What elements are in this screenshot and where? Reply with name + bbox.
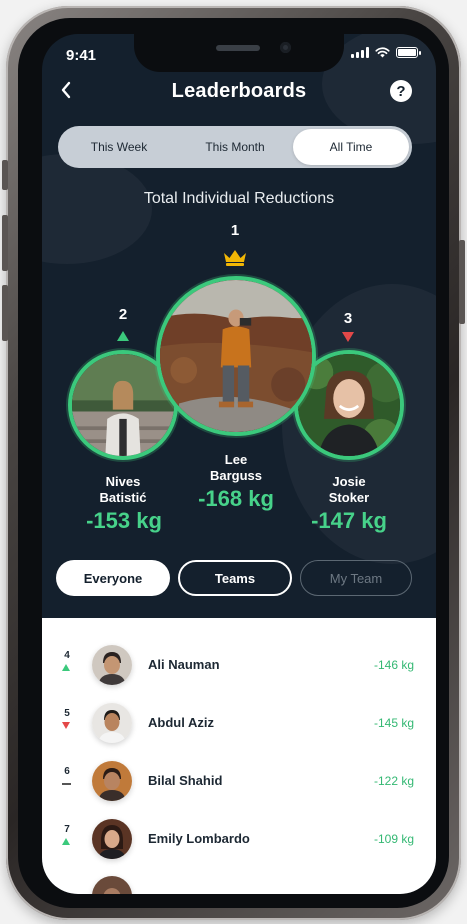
trend-down-icon (62, 722, 70, 729)
status-time: 9:41 (66, 47, 97, 64)
background-blob (42, 154, 152, 264)
trend-up-icon (62, 664, 70, 671)
help-button[interactable]: ? (390, 80, 412, 102)
notch (134, 34, 344, 72)
row-rank: 4 (64, 650, 70, 661)
tab-this-month[interactable]: This Month (177, 129, 293, 165)
volume-down-button (2, 285, 8, 341)
avatar (92, 703, 132, 743)
avatar (92, 645, 132, 685)
tab-this-week[interactable]: This Week (61, 129, 177, 165)
podium-value-first: -168 kg (198, 486, 274, 511)
podium-value-third: -147 kg (311, 508, 387, 533)
wifi-icon (375, 47, 390, 58)
podium-value-second: -153 kg (86, 508, 162, 533)
front-camera (280, 42, 291, 53)
trend-neutral-icon (62, 783, 71, 785)
row-value: -145 kg (373, 716, 414, 730)
row-name: Ali Nauman (148, 657, 220, 672)
page-title: Leaderboards (171, 80, 307, 102)
section-title: Total Individual Reductions (143, 190, 335, 207)
row-name: Bilal Shahid (148, 773, 223, 788)
period-selector: This Week This Month All Time (58, 126, 412, 168)
row-rank: 7 (64, 824, 70, 835)
app-screen: 9:41 Leaderboards ? This Week This Month… (42, 34, 436, 894)
crown-icon (224, 250, 246, 266)
row-name: Emily Lombardo (148, 831, 250, 846)
podium-avatar-first[interactable] (156, 276, 316, 436)
status-icons (351, 47, 421, 58)
avatar (92, 876, 132, 894)
first-name: Josie (332, 474, 366, 489)
trend-up-icon (62, 838, 70, 845)
row-value: -109 kg (373, 832, 414, 846)
avatar-photo (160, 280, 312, 432)
list-item[interactable]: 5 Abdul Aziz -145 kg (42, 694, 436, 752)
row-rank: 5 (64, 708, 70, 719)
volume-up-button (2, 215, 8, 271)
mute-switch (2, 160, 8, 190)
list-item[interactable]: 4 Ali Nauman -146 kg (42, 636, 436, 694)
battery-icon (396, 47, 421, 58)
row-name: Abdul Aziz (148, 715, 214, 730)
podium-name-first: Lee Barguss (181, 452, 291, 484)
last-name: Batistić (99, 490, 147, 505)
last-name: Stoker (328, 490, 370, 505)
row-value: -146 kg (373, 658, 414, 672)
first-name: Nives (105, 474, 141, 489)
podium-rank-third: 3 (343, 310, 353, 327)
leaderboard-list: 4 Ali Nauman -146 kg 5 Abdul Aziz -145 k… (42, 618, 436, 894)
tab-all-time[interactable]: All Time (293, 129, 409, 165)
filter-my-team-button[interactable]: My Team (300, 560, 412, 596)
trend-down-icon (342, 332, 354, 342)
row-value: -122 kg (373, 774, 414, 788)
list-item[interactable]: 6 Bilal Shahid -122 kg (42, 752, 436, 810)
power-button (459, 240, 465, 324)
podium-name-second: Nives Batistić (68, 474, 178, 506)
trend-up-icon (117, 331, 129, 341)
podium-name-third: Josie Stoker (294, 474, 404, 506)
podium-rank-second: 2 (118, 306, 128, 323)
speaker-grille (216, 45, 260, 51)
row-rank: 6 (64, 766, 70, 777)
podium-rank-first: 1 (230, 222, 240, 239)
list-item[interactable]: 7 Emily Lombardo -109 kg (42, 810, 436, 868)
filter-teams-button[interactable]: Teams (178, 560, 292, 596)
avatar (92, 761, 132, 801)
signal-icon (351, 47, 369, 58)
last-name: Barguss (209, 468, 263, 483)
avatar (92, 819, 132, 859)
first-name: Lee (224, 452, 248, 467)
filter-everyone-button[interactable]: Everyone (56, 560, 170, 596)
